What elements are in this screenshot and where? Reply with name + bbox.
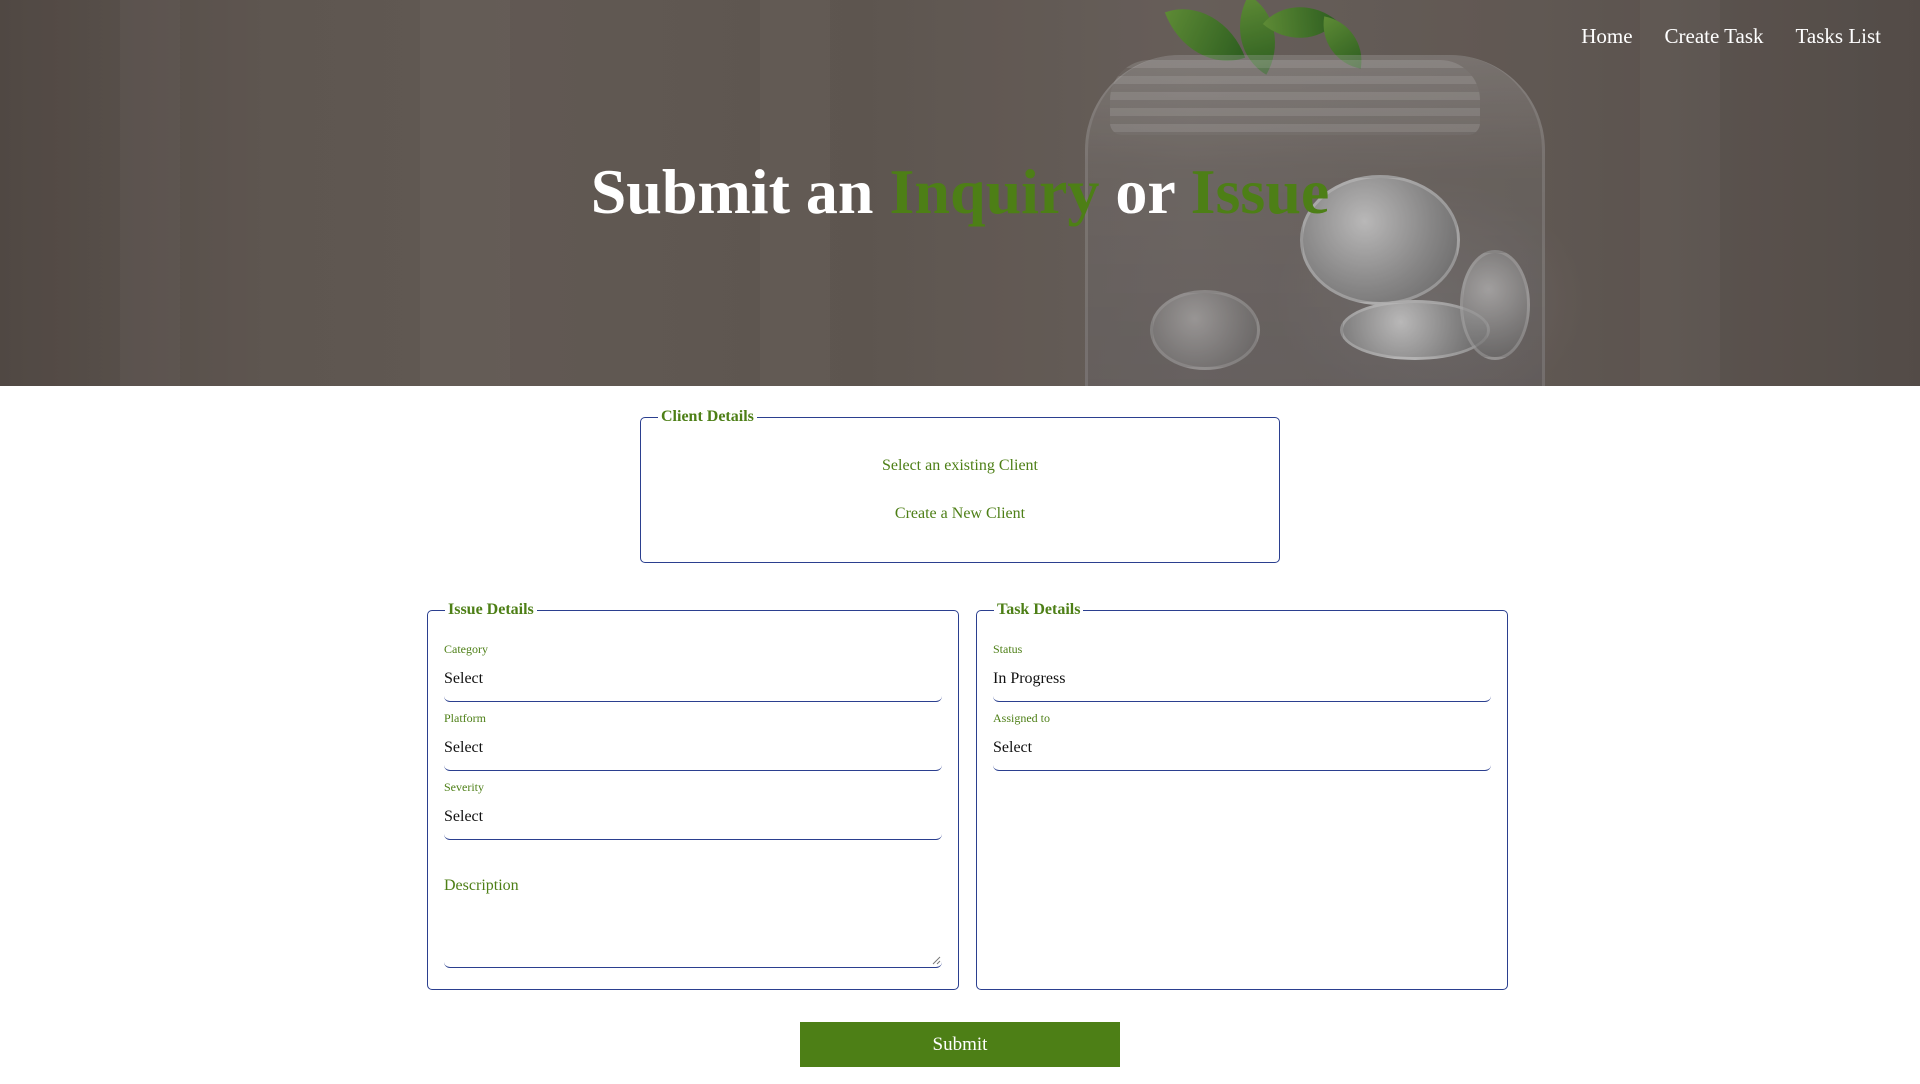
severity-label: Severity (444, 780, 484, 794)
task-details-legend: Task Details (997, 601, 1081, 618)
platform-select[interactable]: Select (444, 737, 942, 771)
issue-details-legend: Issue Details (448, 601, 534, 618)
nav-home-link[interactable]: Home (1581, 24, 1632, 49)
category-field: Category Select (444, 642, 942, 702)
assigned-to-field: Assigned to Select (993, 711, 1491, 771)
assigned-to-label: Assigned to (993, 711, 1050, 725)
status-field: Status In Progress (993, 642, 1491, 702)
hero-banner: Home Create Task Tasks List Submit an In… (0, 0, 1920, 386)
description-placeholder: Description (444, 877, 519, 894)
create-new-client-option[interactable]: Create a New Client (641, 505, 1279, 523)
page-title: Submit an Inquiry or Issue (0, 155, 1920, 229)
top-nav: Home Create Task Tasks List (1581, 24, 1881, 49)
assigned-to-select[interactable]: Select (993, 737, 1491, 771)
nav-tasks-list-link[interactable]: Tasks List (1796, 24, 1881, 49)
title-text: Submit an (590, 156, 890, 227)
nav-create-task-link[interactable]: Create Task (1665, 24, 1764, 49)
category-select[interactable]: Select (444, 668, 942, 702)
status-select[interactable]: In Progress (993, 668, 1491, 702)
severity-field: Severity Select (444, 780, 942, 840)
title-accent-issue: Issue (1190, 156, 1330, 227)
severity-select[interactable]: Select (444, 806, 942, 840)
submit-button[interactable]: Submit (800, 1022, 1120, 1067)
title-accent-inquiry: Inquiry (889, 156, 1100, 227)
client-details-section: Client Details Select an existing Client… (640, 408, 1280, 563)
title-text: or (1099, 156, 1191, 227)
resize-handle-icon[interactable] (931, 955, 941, 965)
task-details-section: Task Details Status In Progress Assigned… (976, 601, 1508, 990)
platform-field: Platform Select (444, 711, 942, 771)
issue-details-section: Issue Details Category Select Platform S… (427, 601, 959, 990)
platform-label: Platform (444, 711, 486, 725)
select-existing-client-option[interactable]: Select an existing Client (641, 457, 1279, 475)
status-label: Status (993, 642, 1023, 656)
description-textarea[interactable]: Description (444, 867, 942, 968)
client-details-legend: Client Details (661, 408, 754, 425)
category-label: Category (444, 642, 488, 656)
